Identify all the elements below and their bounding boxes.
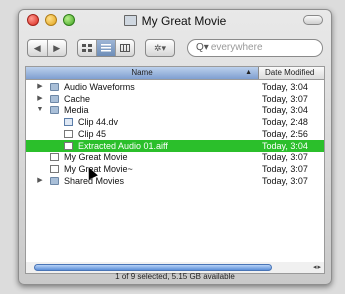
list-row[interactable]: Extracted Audio 01.aiff Today, 3:04 <box>26 139 324 152</box>
list-view-button[interactable] <box>97 40 116 56</box>
file-list[interactable]: Name ▲ Date Modified ▶ Audio Waveforms Toda… <box>25 66 325 264</box>
search-placeholder: everywhere <box>210 42 263 53</box>
row-name: Cache <box>64 93 91 104</box>
row-date: Today, 3:04 <box>262 105 308 116</box>
action-menu-button[interactable]: ✲▾ <box>145 39 175 57</box>
row-date: Today, 2:48 <box>262 117 308 128</box>
list-header: Name ▲ Date Modified <box>26 67 324 80</box>
column-view-icon <box>120 44 130 52</box>
back-button[interactable]: ◀ <box>28 40 48 56</box>
list-row[interactable]: ▼ Media Today, 3:04 <box>26 104 324 116</box>
gear-icon: ✲▾ <box>153 42 167 53</box>
name-column-header[interactable]: Name ▲ <box>26 67 259 79</box>
file-icon <box>64 129 73 138</box>
row-date: Today, 3:07 <box>262 93 308 104</box>
list-row[interactable]: ▶ Cache Today, 3:07 <box>26 93 324 105</box>
list-row[interactable]: ▶ Audio Waveforms Today, 3:04 <box>26 81 324 93</box>
dv-file-icon <box>64 118 73 127</box>
row-name: Extracted Audio 01.aiff <box>78 140 168 151</box>
scroll-arrows-icon[interactable]: ◂▸ <box>313 263 322 271</box>
sort-arrow-icon: ▲ <box>245 69 252 76</box>
row-name: My Great Movie <box>64 152 128 163</box>
search-icon: Q▾ <box>196 42 209 53</box>
audio-file-icon <box>64 141 73 150</box>
toolbar-toggle-button[interactable] <box>303 15 323 25</box>
row-date: Today, 3:07 <box>262 152 308 163</box>
folder-icon <box>50 83 59 91</box>
icon-view-icon <box>82 44 92 52</box>
folder-icon <box>50 94 59 103</box>
row-name: Clip 45 <box>78 128 107 139</box>
list-row[interactable]: My Great Movie Today, 3:07 <box>26 151 324 163</box>
window-title-text: My Great Movie <box>141 14 227 28</box>
disclosure-closed-icon[interactable]: ▶ <box>36 93 44 105</box>
folder-icon <box>50 106 59 115</box>
row-name: Audio Waveforms <box>64 82 135 92</box>
row-date: Today, 3:04 <box>262 140 308 151</box>
row-name: My Great Movie~ <box>64 163 133 174</box>
forward-button[interactable]: ▶ <box>48 40 67 56</box>
window-title: My Great Movie <box>19 14 331 28</box>
file-icon <box>50 153 59 162</box>
search-field[interactable]: Q▾ everywhere <box>187 39 323 57</box>
back-forward-control: ◀ ▶ <box>27 39 67 57</box>
row-date: Today, 3:04 <box>262 82 308 92</box>
view-switcher <box>77 39 135 57</box>
row-name: Clip 44.dv <box>78 117 119 128</box>
toolbar: ◀ ▶ ✲▾ Q▾ everywhere <box>19 32 331 66</box>
list-row[interactable]: My Great Movie~ Today, 3:07 <box>26 163 324 175</box>
column-view-button[interactable] <box>116 40 134 56</box>
icon-view-button[interactable] <box>78 40 97 56</box>
list-row[interactable]: Clip 45 Today, 2:56 <box>26 128 324 140</box>
finder-window: My Great Movie ◀ ▶ ✲▾ Q▾ everywhere Name ▲… <box>18 9 332 285</box>
list-row[interactable]: Clip 44.dv Today, 2:48 <box>26 116 324 128</box>
title-bar[interactable]: My Great Movie <box>19 10 331 32</box>
row-name: Media <box>64 105 89 116</box>
date-column-header[interactable]: Date Modified <box>259 67 324 79</box>
scrollbar-thumb[interactable] <box>34 264 272 271</box>
row-date: Today, 3:07 <box>262 175 308 186</box>
status-bar: 1 of 9 selected, 5.15 GB available <box>115 272 235 281</box>
file-icon <box>50 164 59 173</box>
folder-icon <box>50 176 59 185</box>
row-date: Today, 3:07 <box>262 163 308 174</box>
row-date: Today, 2:56 <box>262 128 308 139</box>
list-row[interactable]: ▶ Shared Movies Today, 3:07 <box>26 175 324 187</box>
list-view-icon <box>101 44 111 52</box>
disclosure-open-icon[interactable]: ▼ <box>36 104 44 116</box>
name-column-label: Name <box>131 68 153 77</box>
folder-icon <box>123 15 137 26</box>
disclosure-closed-icon[interactable]: ▶ <box>36 175 44 187</box>
disclosure-closed-icon[interactable]: ▶ <box>36 81 44 93</box>
